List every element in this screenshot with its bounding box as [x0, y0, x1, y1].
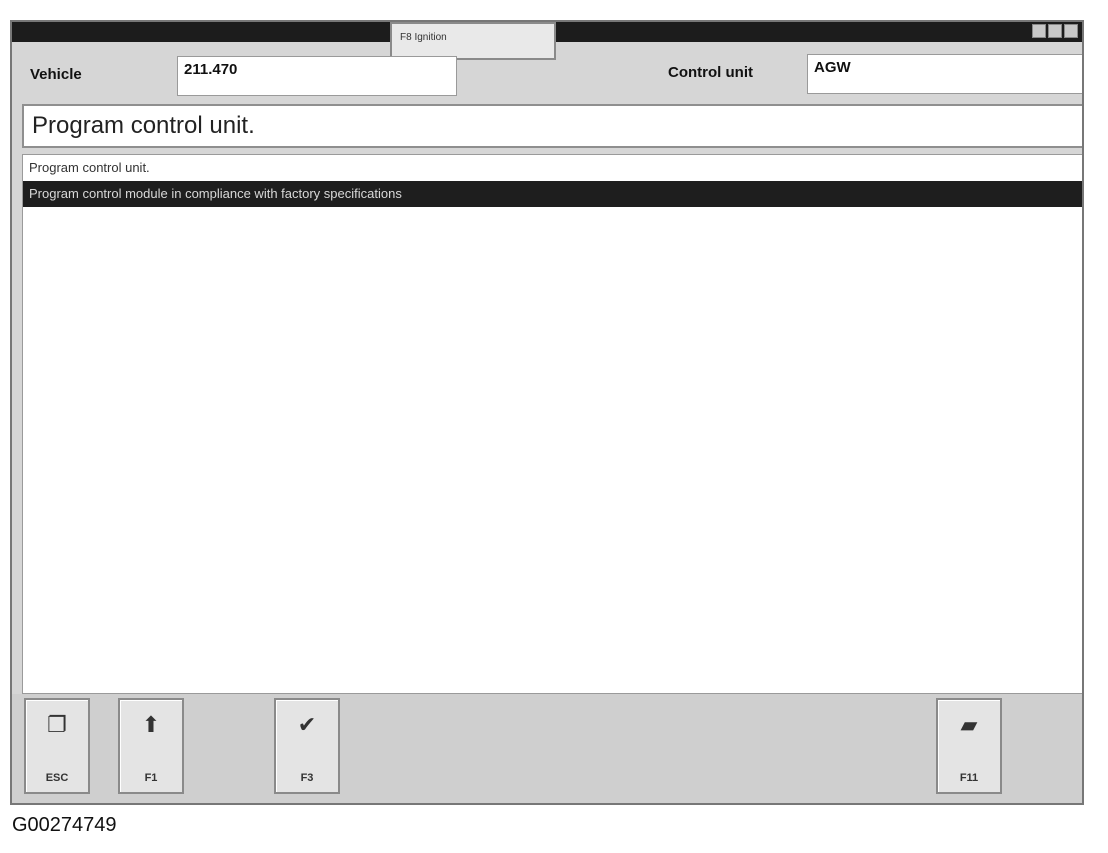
- app-window: F8 Ignition Vehicle 211.470 Control unit…: [10, 20, 1084, 805]
- list-item[interactable]: Program control unit.: [23, 155, 1082, 181]
- options-list: Program control unit. Program control mo…: [22, 154, 1082, 694]
- popup-label: F8 Ignition: [400, 32, 447, 43]
- f3-button[interactable]: ✔ F3: [274, 698, 340, 794]
- minimize-button[interactable]: [1032, 24, 1046, 38]
- list-item-selected[interactable]: Program control module in compliance wit…: [23, 181, 1082, 207]
- f3-key-label: F3: [300, 772, 314, 784]
- window-controls: [1032, 24, 1078, 38]
- esc-key-label: ESC: [45, 772, 69, 784]
- f1-key-label: F1: [144, 772, 158, 784]
- vehicle-field[interactable]: 211.470: [177, 56, 457, 96]
- control-unit-field[interactable]: AGW: [807, 54, 1082, 94]
- f11-key-label: F11: [959, 772, 979, 784]
- maximize-button[interactable]: [1048, 24, 1062, 38]
- control-unit-label: Control unit: [668, 64, 753, 81]
- f11-button[interactable]: ▰ F11: [936, 698, 1002, 794]
- header-row: Vehicle 211.470 Control unit AGW: [12, 50, 1082, 96]
- up-arrow-icon: ⬆: [141, 712, 161, 737]
- figure-caption: G00274749: [12, 814, 117, 836]
- function-key-toolbar: ❐ ESC ⬆ F1 ✔ F3 ▰ F11: [12, 694, 1082, 803]
- esc-button[interactable]: ❐ ESC: [24, 698, 90, 794]
- checkmark-icon: ✔: [297, 712, 317, 737]
- page-title: Program control unit.: [22, 104, 1082, 148]
- eraser-icon: ▰: [960, 712, 978, 737]
- close-button[interactable]: [1064, 24, 1078, 38]
- vehicle-label: Vehicle: [30, 66, 82, 83]
- f1-button[interactable]: ⬆ F1: [118, 698, 184, 794]
- exit-door-icon: ❐: [47, 712, 67, 737]
